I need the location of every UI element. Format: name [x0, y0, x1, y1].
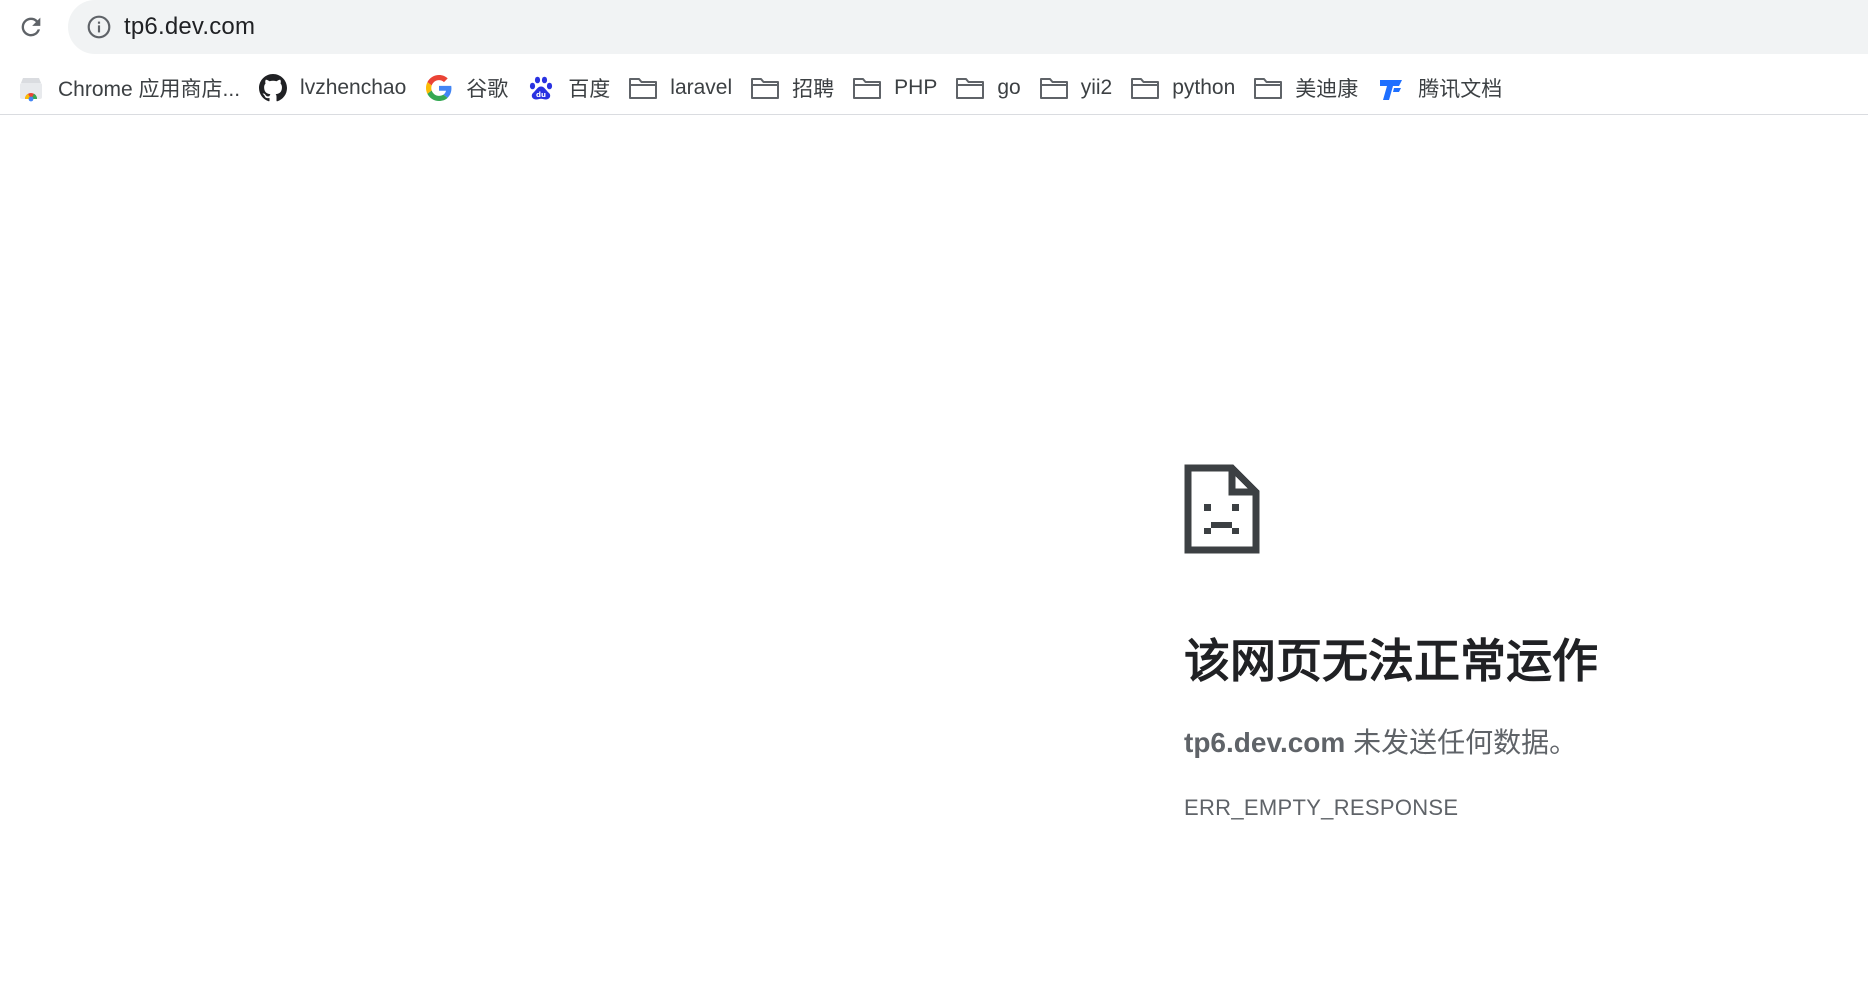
bookmark-folder-go[interactable]: go: [947, 68, 1030, 108]
error-code: ERR_EMPTY_RESPONSE: [1184, 795, 1459, 821]
site-info-icon[interactable]: [86, 14, 112, 40]
address-bar[interactable]: tp6.dev.com: [68, 0, 1868, 54]
github-icon: [258, 73, 288, 103]
bookmark-label: PHP: [894, 76, 938, 99]
bookmark-label: 美迪康: [1295, 78, 1359, 101]
folder-icon: [955, 73, 985, 103]
bookmark-tencent-docs[interactable]: 腾讯文档: [1368, 68, 1512, 108]
google-icon: [424, 73, 454, 103]
bookmark-chrome-web-store[interactable]: Chrome 应用商店...: [8, 68, 250, 108]
bookmark-label: laravel: [670, 76, 733, 99]
bookmarks-bar: Chrome 应用商店... lvzhenchao 谷歌 du 百度 larav…: [0, 62, 1868, 115]
browser-toolbar: tp6.dev.com: [0, 0, 1868, 62]
folder-icon: [628, 73, 658, 103]
bookmark-label: yii2: [1080, 76, 1113, 99]
bookmark-baidu[interactable]: du 百度: [518, 68, 620, 108]
error-page: 该网页无法正常运作 tp6.dev.com 未发送任何数据。 ERR_EMPTY…: [1184, 464, 1844, 821]
folder-icon: [852, 73, 882, 103]
bookmark-folder-python[interactable]: python: [1122, 68, 1245, 108]
bookmark-label: 招聘: [792, 78, 835, 101]
bookmark-folder-yii2[interactable]: yii2: [1031, 68, 1123, 108]
bookmark-folder-meidikang[interactable]: 美迪康: [1245, 68, 1368, 108]
bookmark-lvzhenchao[interactable]: lvzhenchao: [250, 68, 416, 108]
baidu-icon: du: [526, 73, 556, 103]
folder-icon: [1130, 73, 1160, 103]
bookmark-label: 腾讯文档: [1418, 78, 1503, 101]
bookmark-folder-laravel[interactable]: laravel: [620, 68, 742, 108]
sad-page-icon: [1184, 464, 1260, 554]
error-message-text: 未发送任何数据。: [1345, 727, 1578, 759]
reload-button[interactable]: [14, 10, 48, 44]
url-text[interactable]: tp6.dev.com: [124, 13, 255, 41]
bookmark-label: lvzhenchao: [300, 76, 407, 99]
bookmark-folder-php[interactable]: PHP: [844, 68, 947, 108]
tencent-docs-icon: [1376, 73, 1406, 103]
bookmark-label: python: [1172, 76, 1236, 99]
reload-icon: [21, 17, 41, 37]
error-host: tp6.dev.com: [1184, 727, 1346, 759]
bookmark-label: 百度: [568, 78, 611, 101]
folder-icon: [1039, 73, 1069, 103]
svg-text:du: du: [536, 91, 546, 99]
bookmark-google[interactable]: 谷歌: [416, 68, 518, 108]
folder-icon: [1253, 73, 1283, 103]
chrome-web-store-icon: [16, 73, 46, 103]
bookmark-label: 谷歌: [466, 78, 509, 101]
folder-icon: [750, 73, 780, 103]
bookmark-label: Chrome 应用商店...: [58, 78, 241, 101]
error-message: tp6.dev.com 未发送任何数据。: [1184, 721, 1844, 761]
bookmark-label: go: [997, 76, 1021, 99]
bookmark-folder-zhaopin[interactable]: 招聘: [742, 68, 844, 108]
error-title: 该网页无法正常运作: [1184, 635, 1598, 687]
